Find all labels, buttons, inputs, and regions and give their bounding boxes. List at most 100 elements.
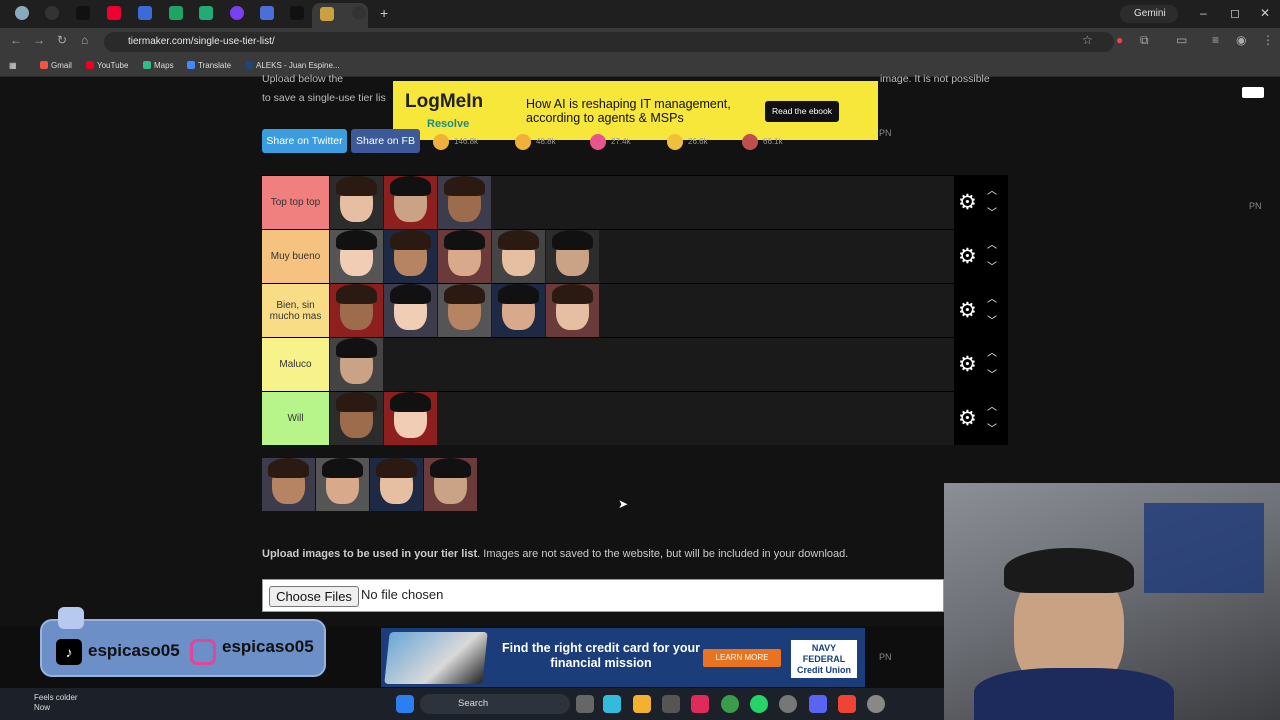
widgets-icon[interactable] (603, 695, 621, 713)
url-input[interactable]: tiermaker.com/single-use-tier-list/ (104, 32, 1114, 52)
move-down-icon[interactable]: ﹀ (987, 366, 997, 381)
move-down-icon[interactable]: ﹀ (987, 420, 997, 435)
character-image[interactable] (384, 392, 437, 445)
tab-favicon-icon[interactable] (260, 6, 274, 20)
move-down-icon[interactable]: ﹀ (987, 204, 997, 219)
maximize-button[interactable]: ◻ (1230, 6, 1240, 20)
whatsapp-icon[interactable] (750, 695, 768, 713)
reaction-clap[interactable]: 26.6k (667, 134, 708, 150)
settings-icon[interactable] (867, 695, 885, 713)
character-image[interactable] (330, 338, 383, 391)
tiktok-tab-icon[interactable] (76, 6, 90, 20)
taskbar-search[interactable]: Search (420, 694, 570, 714)
chrome-icon[interactable] (721, 695, 739, 713)
tier-label[interactable]: Will (262, 392, 329, 445)
character-image[interactable] (492, 284, 545, 337)
bookmark-star-icon[interactable]: ☆ (1082, 33, 1093, 47)
tier-label[interactable]: Bien, sin mucho mas (262, 284, 329, 337)
file-input[interactable]: Choose Files No file chosen (262, 579, 944, 612)
windows-start-icon[interactable] (396, 695, 414, 713)
share-fb-button[interactable]: Share on FB (351, 129, 420, 153)
character-image[interactable] (330, 230, 383, 283)
character-image[interactable] (370, 458, 423, 511)
choose-files-button[interactable]: Choose Files (269, 586, 359, 607)
gear-icon[interactable]: ⚙ (958, 246, 977, 267)
profile-avatar[interactable]: ◉ (1236, 33, 1246, 47)
character-image[interactable] (492, 230, 545, 283)
youtube-tab-icon[interactable] (107, 6, 121, 20)
home-icon[interactable]: ⌂ (81, 33, 88, 47)
steam-icon[interactable] (779, 695, 797, 713)
tier-label[interactable]: Top top top (262, 176, 329, 229)
gear-icon[interactable]: ⚙ (958, 408, 977, 429)
ad-banner-bottom[interactable]: Find the right credit card for your fina… (381, 628, 865, 687)
ad-cta-button[interactable]: Read the ebook (765, 101, 839, 122)
tab-favicon-icon[interactable] (230, 6, 244, 20)
character-image[interactable] (546, 284, 599, 337)
move-up-icon[interactable]: ︿ (987, 236, 997, 251)
extension-icon[interactable]: ● (1116, 33, 1123, 47)
character-image[interactable] (316, 458, 369, 511)
character-image[interactable] (438, 284, 491, 337)
character-image[interactable] (438, 176, 491, 229)
menu-icon[interactable]: ⋮ (1262, 33, 1274, 47)
file-explorer-icon[interactable] (633, 695, 651, 713)
ad-banner-top[interactable]: LogMeIn Resolve How AI is reshaping IT m… (393, 81, 878, 140)
close-window-button[interactable]: ✕ (1260, 6, 1270, 20)
apps-grid-icon[interactable]: ▦ (9, 61, 17, 70)
share-twitter-button[interactable]: Share on Twitter (262, 129, 347, 153)
bookmark-maps[interactable]: Maps (143, 61, 174, 70)
bookmark-translate[interactable]: Translate (187, 61, 231, 70)
character-image[interactable] (262, 458, 315, 511)
character-image[interactable] (424, 458, 477, 511)
reaction-poop[interactable]: 66.1k (742, 134, 783, 150)
tab-favicon-icon[interactable] (45, 6, 59, 20)
gear-icon[interactable]: ⚙ (958, 192, 977, 213)
bookmark-aleks[interactable]: ALEKS - Juan Espine... (245, 61, 340, 70)
character-image[interactable] (384, 230, 437, 283)
gemini-button[interactable]: Gemini (1120, 5, 1178, 23)
move-up-icon[interactable]: ︿ (987, 344, 997, 359)
ad-bottom-cta-button[interactable]: LEARN MORE (703, 649, 781, 667)
reaction-smile[interactable]: 48.8k (515, 134, 556, 150)
forward-icon[interactable]: → (33, 33, 45, 47)
tiktok-taskbar-icon[interactable] (691, 695, 709, 713)
tiktok-tab-icon[interactable] (290, 6, 304, 20)
gear-icon[interactable]: ⚙ (958, 354, 977, 375)
discord-icon[interactable] (809, 695, 827, 713)
character-image[interactable] (546, 230, 599, 283)
tier-label[interactable]: Maluco (262, 338, 329, 391)
tab-favicon-icon[interactable] (199, 6, 213, 20)
sidepanel-icon[interactable]: ▭ (1176, 33, 1187, 47)
move-down-icon[interactable]: ﹀ (987, 312, 997, 327)
minimize-button[interactable]: – (1200, 6, 1207, 20)
sheets-tab-icon[interactable] (169, 6, 183, 20)
reaction-love[interactable]: 27.4k (590, 134, 631, 150)
extensions-puzzle-icon[interactable]: ⧉ (1140, 33, 1149, 48)
task-view-icon[interactable] (576, 695, 594, 713)
store-icon[interactable] (662, 695, 680, 713)
new-tab-button[interactable]: + (380, 5, 388, 21)
character-image[interactable] (438, 230, 491, 283)
tab-favicon-icon[interactable] (15, 6, 29, 20)
gear-icon[interactable]: ⚙ (958, 300, 977, 321)
adchoices-icon[interactable] (1242, 87, 1264, 98)
character-image[interactable] (384, 176, 437, 229)
tier-label[interactable]: Muy bueno (262, 230, 329, 283)
move-down-icon[interactable]: ﹀ (987, 258, 997, 273)
weather-widget[interactable]: Feels colder Now (16, 693, 78, 713)
bookmark-gmail[interactable]: Gmail (40, 61, 72, 70)
reaction-laugh[interactable]: 146.8k (433, 134, 478, 150)
move-up-icon[interactable]: ︿ (987, 182, 997, 197)
character-image[interactable] (330, 284, 383, 337)
media-icon[interactable]: ≡ (1212, 33, 1219, 47)
character-image[interactable] (384, 284, 437, 337)
move-up-icon[interactable]: ︿ (987, 398, 997, 413)
docs-tab-icon[interactable] (138, 6, 152, 20)
character-image[interactable] (330, 176, 383, 229)
move-up-icon[interactable]: ︿ (987, 290, 997, 305)
bookmark-youtube[interactable]: YouTube (86, 61, 128, 70)
tab-favicon-icon[interactable] (352, 6, 366, 20)
character-image[interactable] (330, 392, 383, 445)
app-icon[interactable] (838, 695, 856, 713)
